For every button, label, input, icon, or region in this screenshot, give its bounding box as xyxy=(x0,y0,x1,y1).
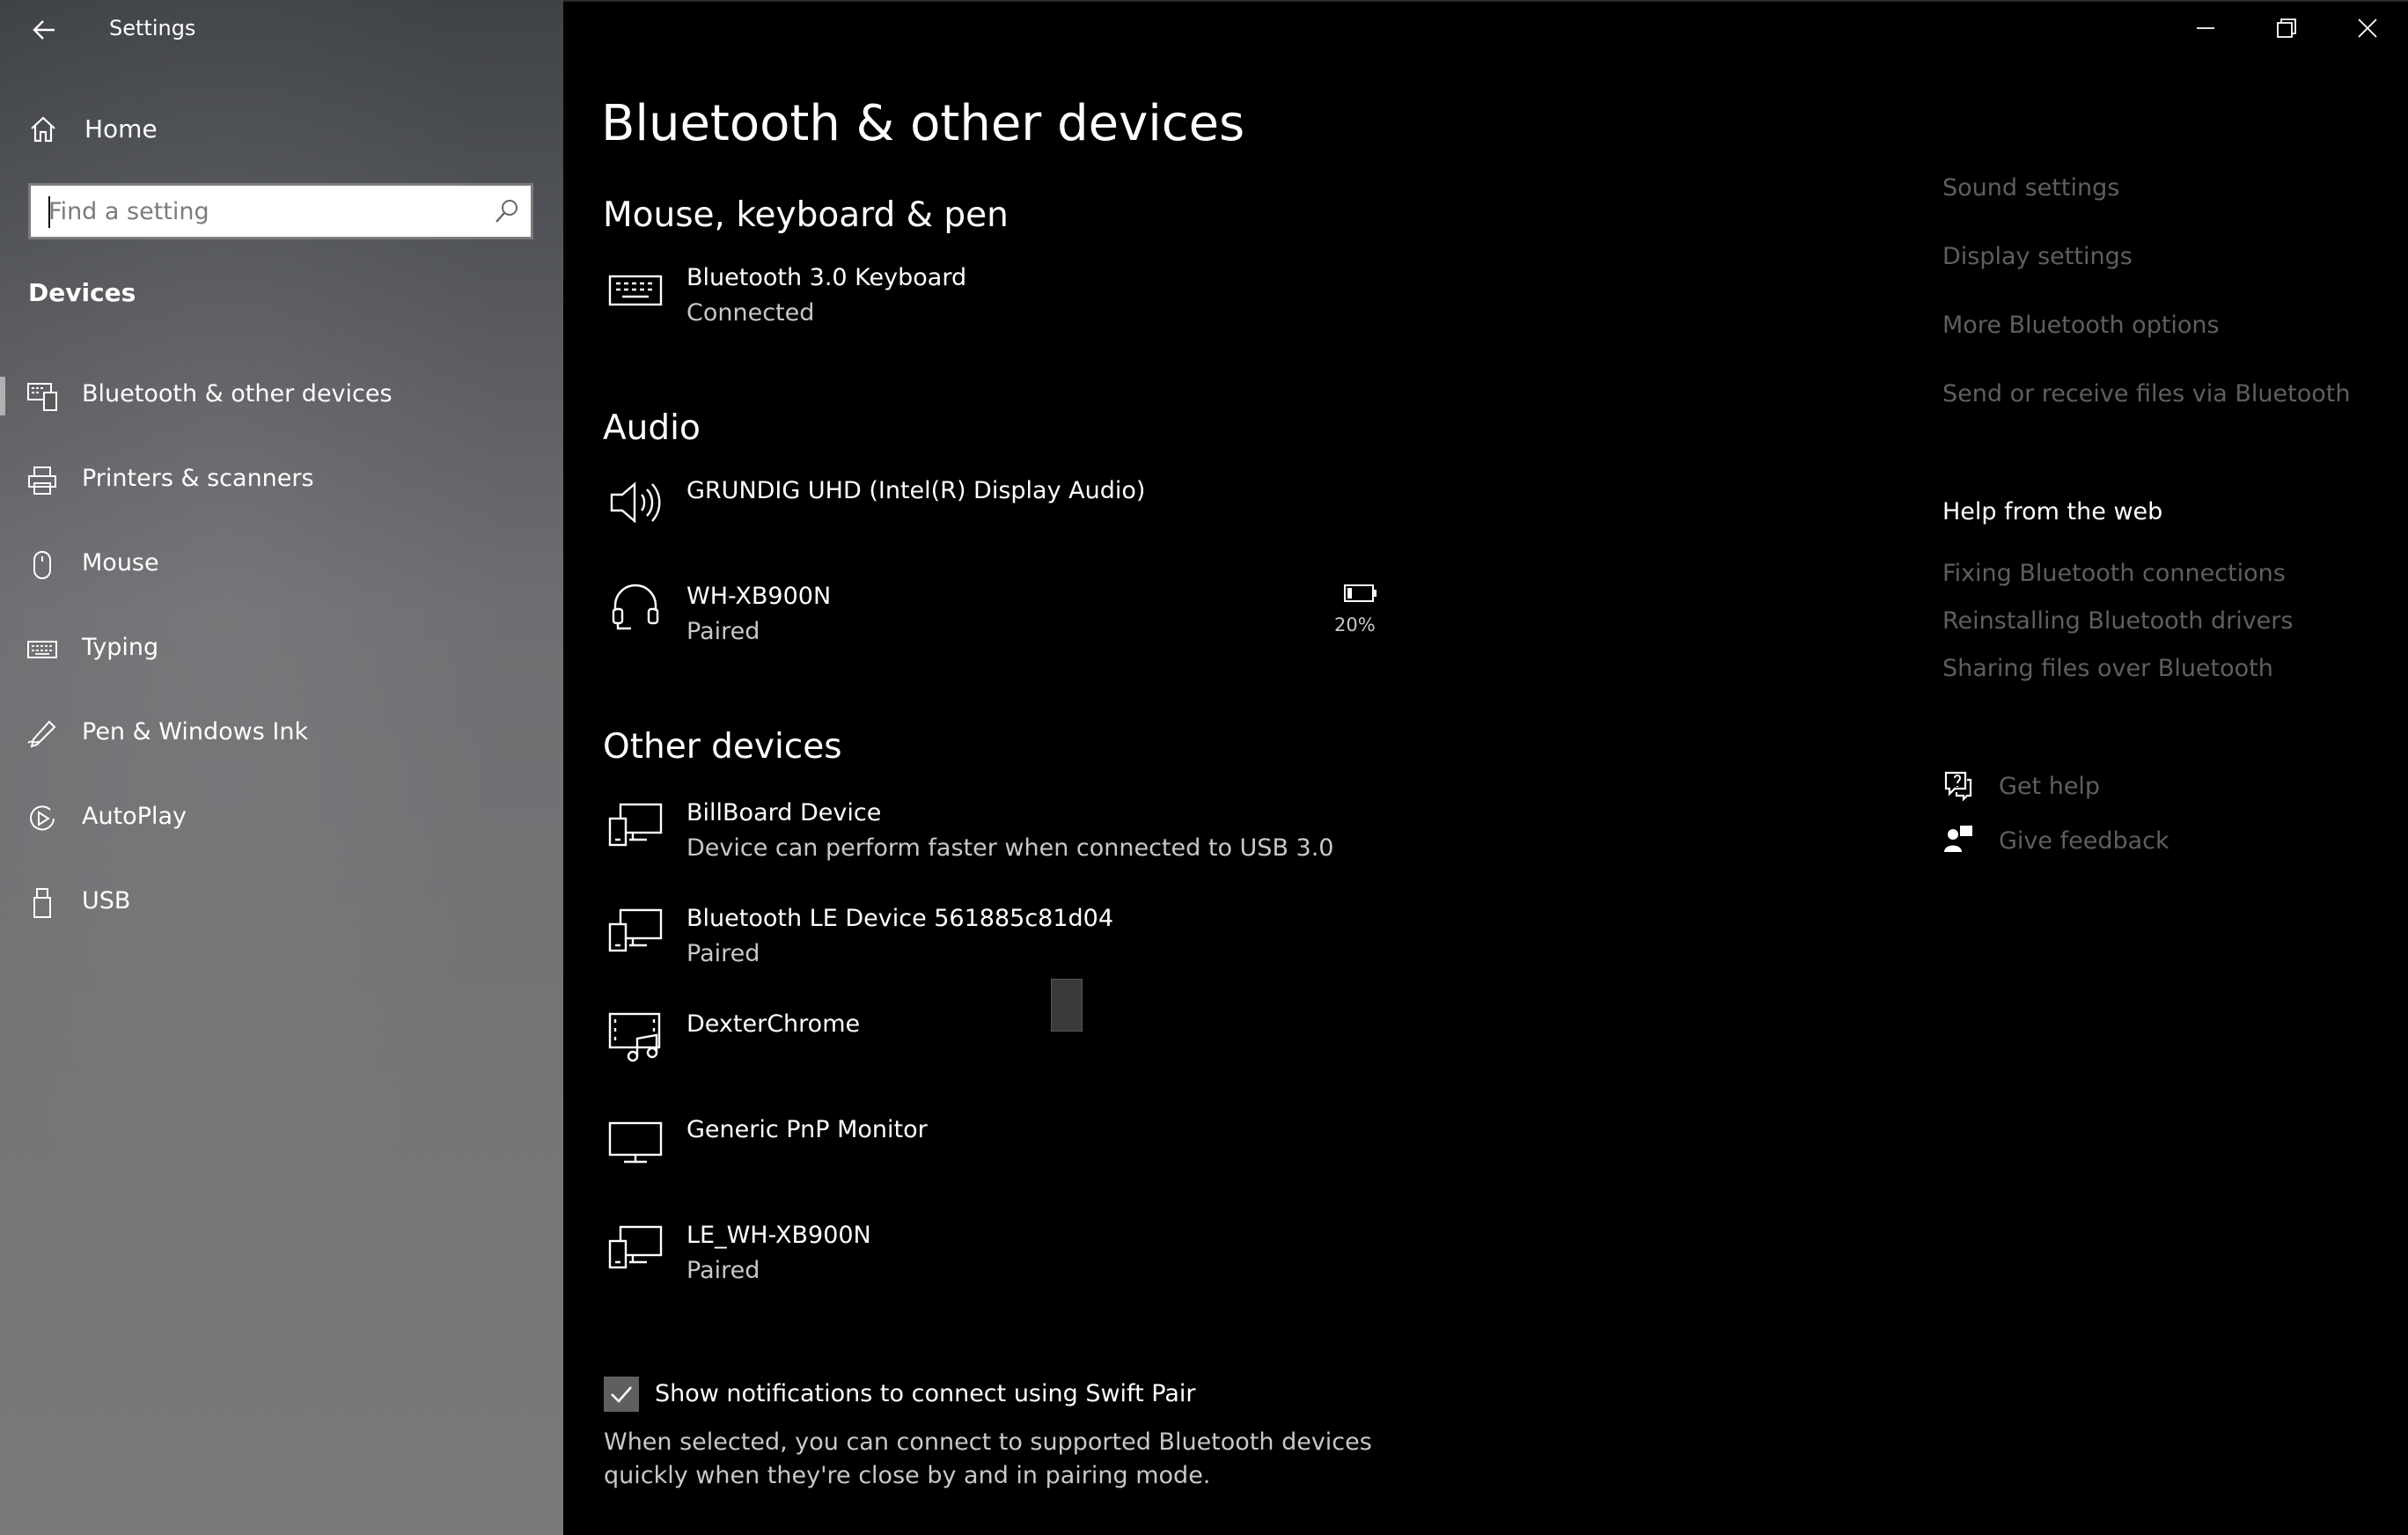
restore-icon xyxy=(2277,18,2296,38)
nav-home-label: Home xyxy=(84,114,158,143)
page-title: Bluetooth & other devices xyxy=(601,95,1245,152)
link-reinstalling-drivers[interactable]: Reinstalling Bluetooth drivers xyxy=(1942,607,2293,635)
link-send-receive-files[interactable]: Send or receive files via Bluetooth xyxy=(1942,380,2350,408)
link-display-settings[interactable]: Display settings xyxy=(1942,243,2133,270)
sidebar-item-autoplay[interactable]: AutoPlay xyxy=(0,783,563,854)
device-name: BillBoard Device xyxy=(686,799,882,826)
headset-icon xyxy=(612,584,659,630)
close-button[interactable] xyxy=(2327,0,2408,56)
link-more-bluetooth-options[interactable]: More Bluetooth options xyxy=(1942,312,2220,339)
feedback-icon xyxy=(1944,826,1972,852)
device-generic-monitor[interactable]: Generic PnP Monitor xyxy=(601,1113,1393,1197)
sidebar-item-typing[interactable]: Typing xyxy=(0,614,563,685)
device-status: Connected xyxy=(686,299,815,327)
link-sharing-files[interactable]: Sharing files over Bluetooth xyxy=(1942,655,2273,682)
close-icon xyxy=(2358,18,2377,38)
battery-level: 20% xyxy=(1334,614,1376,635)
device-name: LE_WH-XB900N xyxy=(686,1222,871,1249)
minimize-button[interactable] xyxy=(2165,0,2246,56)
link-sound-settings[interactable]: Sound settings xyxy=(1942,174,2119,202)
minimize-icon xyxy=(2197,27,2214,29)
monitor-icon xyxy=(608,1121,663,1164)
generic-device-icon xyxy=(608,1225,663,1269)
device-name: Bluetooth 3.0 Keyboard xyxy=(686,264,967,291)
sidebar-item-usb[interactable]: USB xyxy=(0,868,563,938)
sidebar-item-label: Typing xyxy=(82,634,159,661)
keyboard-icon xyxy=(608,275,663,306)
generic-device-icon xyxy=(608,803,663,847)
device-bluetooth-le[interactable]: Bluetooth LE Device 561885c81d04 Paired xyxy=(601,901,1393,986)
scrollbar-thumb[interactable] xyxy=(1051,979,1083,1032)
restore-button[interactable] xyxy=(2246,0,2327,56)
speaker-icon xyxy=(610,481,661,524)
home-icon xyxy=(31,116,55,143)
group-heading-other: Other devices xyxy=(603,727,842,767)
device-wh-xb900n[interactable]: WH-XB900N Paired xyxy=(601,579,1393,664)
get-help-label: Get help xyxy=(1999,773,2101,800)
device-name: GRUNDIG UHD (Intel(R) Display Audio) xyxy=(686,477,1146,504)
device-name: Generic PnP Monitor xyxy=(686,1116,928,1143)
device-status: Paired xyxy=(686,1257,760,1284)
sidebar-item-label: USB xyxy=(82,887,131,914)
device-bluetooth-keyboard[interactable]: Bluetooth 3.0 Keyboard Connected xyxy=(601,261,1393,345)
battery-icon xyxy=(1344,584,1377,602)
device-status: Device can perform faster when connected… xyxy=(686,834,1334,862)
checkmark-icon xyxy=(611,1386,632,1403)
device-name: WH-XB900N xyxy=(686,583,832,610)
link-fixing-bluetooth[interactable]: Fixing Bluetooth connections xyxy=(1942,560,2286,587)
get-help-icon xyxy=(1944,771,1972,801)
get-help-link[interactable]: Get help xyxy=(1942,769,2294,808)
sidebar-item-label: Bluetooth & other devices xyxy=(82,380,393,408)
keyboard-icon xyxy=(27,641,57,658)
pen-icon xyxy=(27,720,56,748)
give-feedback-label: Give feedback xyxy=(1999,827,2169,855)
back-arrow-icon xyxy=(33,20,55,40)
sidebar-item-label: Pen & Windows Ink xyxy=(82,718,309,745)
text-caret xyxy=(48,196,50,228)
battery-indicator: 20% xyxy=(1334,583,1378,644)
device-grundig-audio[interactable]: GRUNDIG UHD (Intel(R) Display Audio) xyxy=(601,474,1393,558)
sidebar-item-bluetooth[interactable]: Bluetooth & other devices xyxy=(0,361,563,431)
sidebar-item-label: AutoPlay xyxy=(82,803,187,830)
sidebar-item-mouse[interactable]: Mouse xyxy=(0,530,563,600)
swift-pair-description: When selected, you can connect to suppor… xyxy=(604,1429,1372,1489)
give-feedback-link[interactable]: Give feedback xyxy=(1942,824,2294,863)
device-le-wh-xb900n[interactable]: LE_WH-XB900N Paired xyxy=(601,1218,1393,1303)
media-device-icon xyxy=(608,1012,661,1062)
group-heading-audio: Audio xyxy=(603,408,701,448)
autoplay-icon xyxy=(30,805,55,831)
sidebar-item-pen[interactable]: Pen & Windows Ink xyxy=(0,699,563,769)
group-heading-mouse-keyboard: Mouse, keyboard & pen xyxy=(603,195,1009,235)
device-name: DexterChrome xyxy=(686,1010,861,1038)
device-billboard[interactable]: BillBoard Device Device can perform fast… xyxy=(601,796,1393,880)
bluetooth-devices-icon xyxy=(27,383,57,411)
sidebar-item-label: Printers & scanners xyxy=(82,465,314,492)
device-dexterchrome[interactable]: DexterChrome xyxy=(601,1007,1393,1091)
sidebar-item-label: Mouse xyxy=(82,549,159,577)
swift-pair-option[interactable]: Show notifications to connect using Swif… xyxy=(604,1375,1572,1414)
mouse-icon xyxy=(33,551,51,579)
help-heading: Help from the web xyxy=(1942,498,2163,525)
section-label-devices: Devices xyxy=(28,278,136,307)
search-icon[interactable] xyxy=(494,198,520,224)
active-indicator xyxy=(0,377,5,415)
device-name: Bluetooth LE Device 561885c81d04 xyxy=(686,905,1114,932)
search-box[interactable] xyxy=(28,183,533,239)
swift-pair-checkbox[interactable] xyxy=(604,1377,639,1412)
device-status: Paired xyxy=(686,940,760,967)
usb-icon xyxy=(33,888,51,918)
search-input[interactable] xyxy=(48,193,480,230)
sidebar: Settings Home Devices Bluetooth & other … xyxy=(0,0,563,1535)
title-bar-divider xyxy=(563,0,2408,2)
generic-device-icon xyxy=(608,908,663,952)
nav-home[interactable]: Home xyxy=(0,102,563,157)
swift-pair-label: Show notifications to connect using Swif… xyxy=(655,1380,1196,1407)
printer-icon xyxy=(28,466,56,495)
sidebar-item-printers[interactable]: Printers & scanners xyxy=(0,445,563,516)
title-bar-left: Settings xyxy=(0,0,563,60)
app-title: Settings xyxy=(109,16,196,40)
device-status: Paired xyxy=(686,618,760,645)
back-button[interactable] xyxy=(19,9,69,51)
